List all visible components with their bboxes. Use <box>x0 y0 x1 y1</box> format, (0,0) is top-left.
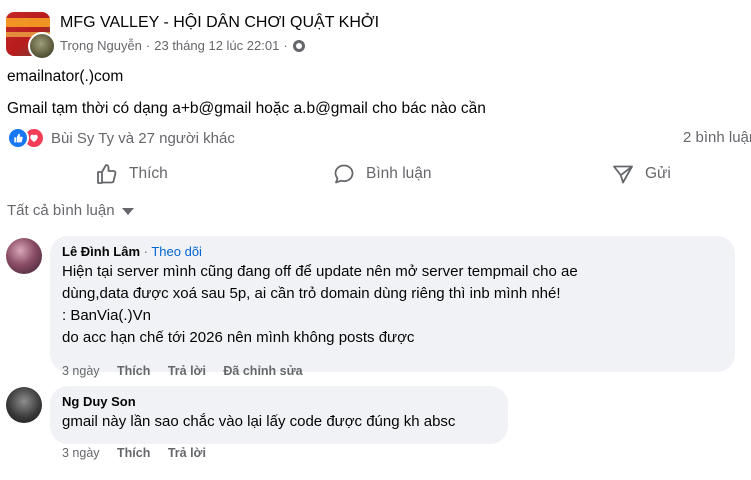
post-card: MFG VALLEY - HỘI DÂN CHƠI QUẬT KHỞI Trọn… <box>0 0 751 480</box>
comment-reply-button[interactable]: Trả lời <box>168 446 206 460</box>
comment-time[interactable]: 3 ngày <box>62 446 100 460</box>
comment-actions: 3 ngày Thích Trả lời Đã chỉnh sửa <box>62 364 317 378</box>
meta-separator: · <box>145 38 151 53</box>
send-icon <box>613 165 633 184</box>
comment-actions: 3 ngày Thích Trả lời <box>62 446 220 460</box>
post-meta: Trọng Nguyễn · 23 tháng 12 lúc 22:01 · <box>60 38 305 53</box>
caret-down-icon <box>121 208 134 215</box>
follow-separator: · <box>140 244 152 259</box>
follow-link[interactable]: Theo dõi <box>151 244 202 259</box>
like-reaction-icon <box>7 127 29 149</box>
comment-like-button[interactable]: Thích <box>117 446 150 460</box>
like-button-label: Thích <box>129 165 168 182</box>
author-name[interactable]: Trọng Nguyễn <box>60 38 142 53</box>
comment-author[interactable]: Ng Duy Son <box>62 394 496 409</box>
post-action-bar: Thích Bình luận Gửi <box>0 156 751 192</box>
comment-time[interactable]: 3 ngày <box>62 364 100 378</box>
group-avatar-banner <box>6 18 50 27</box>
post-time[interactable]: 23 tháng 12 lúc 22:01 <box>154 38 279 53</box>
reactions-summary[interactable]: Bùi Sy Ty và 27 người khác <box>7 127 235 149</box>
thumbs-up-icon <box>97 164 117 184</box>
post-text-line-2: Gmail tạm thời có dạng a+b@gmail hoặc a.… <box>7 100 486 117</box>
comment-bubble: Ng Duy Son gmail này lần sao chắc vào lạ… <box>50 386 508 444</box>
comment-bubble: Lê Đình Lâm · Theo dõi Hiện tại server m… <box>50 236 735 372</box>
author-avatar[interactable] <box>28 32 56 60</box>
share-button[interactable]: Gửi <box>611 156 671 192</box>
comment-reply-button[interactable]: Trả lời <box>168 364 206 378</box>
share-button-label: Gửi <box>645 165 671 182</box>
comment-text-line: gmail này lần sao chắc vào lại lấy code … <box>62 413 456 430</box>
globe-icon[interactable] <box>292 39 305 52</box>
comment-sort-label: Tất cả bình luận <box>7 202 115 219</box>
like-button[interactable]: Thích <box>95 156 168 192</box>
comment-text-line: dùng,data được xoá sau 5p, ai cần trỏ do… <box>62 285 561 302</box>
post-text-line-1: emailnator(.)com <box>7 68 124 85</box>
comment-button-label: Bình luận <box>366 165 432 182</box>
comment-like-button[interactable]: Thích <box>117 364 150 378</box>
comment-text-line: : BanVia(.)Vn <box>62 307 151 324</box>
commenter-avatar[interactable] <box>6 387 42 423</box>
comment-sort-dropdown[interactable]: Tất cả bình luận <box>7 202 134 219</box>
group-name[interactable]: MFG VALLEY - HỘI DÂN CHƠI QUẬT KHỞI <box>60 14 379 32</box>
comment-author-row: Lê Đình Lâm · Theo dõi <box>62 244 723 259</box>
commenter-avatar[interactable] <box>6 238 42 274</box>
reactions-text[interactable]: Bùi Sy Ty và 27 người khác <box>51 130 235 147</box>
meta-separator-2: · <box>283 38 288 53</box>
comment-button[interactable]: Bình luận <box>332 156 432 192</box>
comment-text-line: do acc hạn chế tới 2026 nên mình không p… <box>62 329 415 346</box>
comment-count[interactable]: 2 bình luận <box>683 129 751 146</box>
comment-text-line: Hiện tại server mình cũng đang off để up… <box>62 263 578 280</box>
comment-edited-label[interactable]: Đã chỉnh sửa <box>223 364 302 378</box>
comment-bubble-icon <box>334 164 354 184</box>
comment-author[interactable]: Lê Đình Lâm <box>62 244 140 259</box>
